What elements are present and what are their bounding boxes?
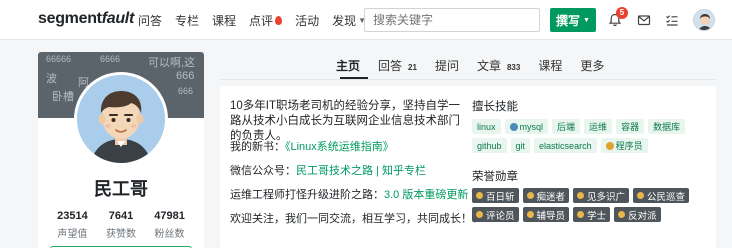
skills-title: 擅长技能 <box>472 101 518 113</box>
tab-articles[interactable]: 文章 833 <box>477 57 520 74</box>
tag-git[interactable]: git <box>510 138 531 153</box>
tag-backend[interactable]: 后端 <box>552 119 581 134</box>
nav-item-discover[interactable]: 发现 ▼ <box>332 12 366 29</box>
tag-container[interactable]: 容器 <box>616 119 645 134</box>
nav-item-questions[interactable]: 问答 <box>138 12 162 29</box>
danmaku-text: 可以啊,这 <box>148 57 196 69</box>
medal-icon <box>577 211 585 218</box>
wechat-line: 微信公众号：民工哥技术之路 | 知乎专栏 <box>230 165 426 177</box>
nav-item-reviews[interactable]: 点评 <box>249 12 283 29</box>
medal-icon <box>618 211 626 218</box>
top-nav-bar: segmentfault 问答 专栏 课程 点评 活动 发现▼ 撰写▼ 5 <box>0 0 732 40</box>
new-book-line: 我的新书：《Linux系统运维指南》 <box>230 141 394 153</box>
danmaku-text: 666 <box>178 86 194 96</box>
site-logo[interactable]: segmentfault <box>38 10 134 28</box>
career-path-link[interactable]: 3.0 版本重磅更新 <box>384 189 468 201</box>
medal-citizen-patrol[interactable]: 公民巡查 <box>633 188 690 203</box>
profile-name: 民工哥 <box>94 179 148 199</box>
medal-icon <box>637 192 645 199</box>
about-card: 10多年IT职场老司机的经验分享，坚持自学一路从技术小白成长为互联网企业信息技术… <box>220 86 716 248</box>
cartoon-avatar-icon <box>694 10 714 30</box>
flame-icon <box>275 16 283 25</box>
tabs-divider <box>220 79 716 80</box>
stat-reputation[interactable]: 23514 声望值 <box>57 210 88 240</box>
notification-badge: 5 <box>616 7 628 19</box>
medal-100-days[interactable]: 百日斩 <box>472 188 519 203</box>
tab-home[interactable]: 主页 <box>336 57 360 74</box>
career-path-line: 运维工程师打怪升级进阶之路：3.0 版本重磅更新 <box>230 189 469 201</box>
profile-card: 66666 6666 可以啊,这 波 666 阿 666 卧槽 666 民工哥 <box>38 52 204 248</box>
tag-programmer[interactable]: 程序员 <box>600 138 648 153</box>
tag-linux[interactable]: linux <box>472 119 501 134</box>
medal-icon <box>476 211 483 218</box>
profile-tabs: 主页 回答 21 提问 文章 833 课程 更多 <box>336 57 622 74</box>
tab-courses[interactable]: 课程 <box>538 57 562 74</box>
main-nav: 问答 专栏 课程 点评 活动 发现 ▼ <box>138 12 366 29</box>
search-input[interactable] <box>364 8 540 32</box>
welcome-line: 欢迎关注，我们一同交流，相互学习，共同成长！！ <box>230 213 483 225</box>
medal-bachelor[interactable]: 学士 <box>573 207 611 222</box>
nav-item-events[interactable]: 活动 <box>295 12 319 29</box>
book-link[interactable]: 《Linux系统运维指南》 <box>285 141 394 153</box>
cartoon-avatar-icon <box>77 75 165 163</box>
chevron-down-icon: ▼ <box>583 16 590 24</box>
medal-enthusiast[interactable]: 痴迷者 <box>522 188 570 203</box>
medal-knowledgeable[interactable]: 见多识广 <box>573 188 630 203</box>
danmaku-text: 6666 <box>100 54 121 64</box>
medal-tutor[interactable]: 辅导员 <box>522 207 570 222</box>
medal-icon <box>577 192 585 199</box>
tag-database[interactable]: 数据库 <box>648 119 686 134</box>
tag-mysql[interactable]: mysql <box>504 119 549 134</box>
nav-item-courses[interactable]: 课程 <box>212 12 236 29</box>
profile-avatar[interactable] <box>74 72 168 166</box>
mysql-icon <box>509 122 518 131</box>
medal-icon <box>526 192 534 199</box>
danmaku-text: 66666 <box>46 54 72 64</box>
danmaku-text: 666 <box>176 70 195 82</box>
tag-ops[interactable]: 运维 <box>584 119 613 134</box>
profile-stats: 23514 声望值 7641 获赞数 47981 粉丝数 <box>38 210 204 240</box>
wechat-link[interactable]: 民工哥技术之路 <box>296 165 373 177</box>
tab-questions[interactable]: 提问 <box>435 57 459 74</box>
tab-more[interactable]: 更多 <box>580 57 604 74</box>
tab-answers[interactable]: 回答 21 <box>378 57 417 74</box>
programmer-icon <box>605 141 614 150</box>
write-button[interactable]: 撰写 ▼ <box>550 8 596 32</box>
stat-likes[interactable]: 7641 获赞数 <box>106 210 136 240</box>
nav-item-columns[interactable]: 专栏 <box>175 12 199 29</box>
mail-icon[interactable] <box>637 13 651 27</box>
medal-icon <box>526 211 534 218</box>
tag-elasticsearch[interactable]: elasticsearch <box>534 138 597 153</box>
stat-followers[interactable]: 47981 粉丝数 <box>154 210 185 240</box>
medal-commenter[interactable]: 评论员 <box>472 207 519 222</box>
honor-medals: 百日斩 痴迷者 见多识广 公民巡查 评论员 辅导员 学士 反对派 <box>472 188 708 222</box>
zhihu-column-link[interactable]: 知乎专栏 <box>382 165 426 177</box>
user-avatar[interactable] <box>693 9 715 31</box>
skills-tags: linux mysql 后端 运维 容器 数据库 github git elas… <box>472 119 708 153</box>
task-list-icon[interactable] <box>665 13 679 27</box>
honors-title: 荣誉勋章 <box>472 171 518 183</box>
tag-github[interactable]: github <box>472 138 507 153</box>
medal-icon <box>476 192 483 199</box>
medal-opposition[interactable]: 反对派 <box>614 207 661 222</box>
danmaku-text: 波 <box>46 73 57 85</box>
danmaku-text: 卧槽 <box>52 91 74 103</box>
